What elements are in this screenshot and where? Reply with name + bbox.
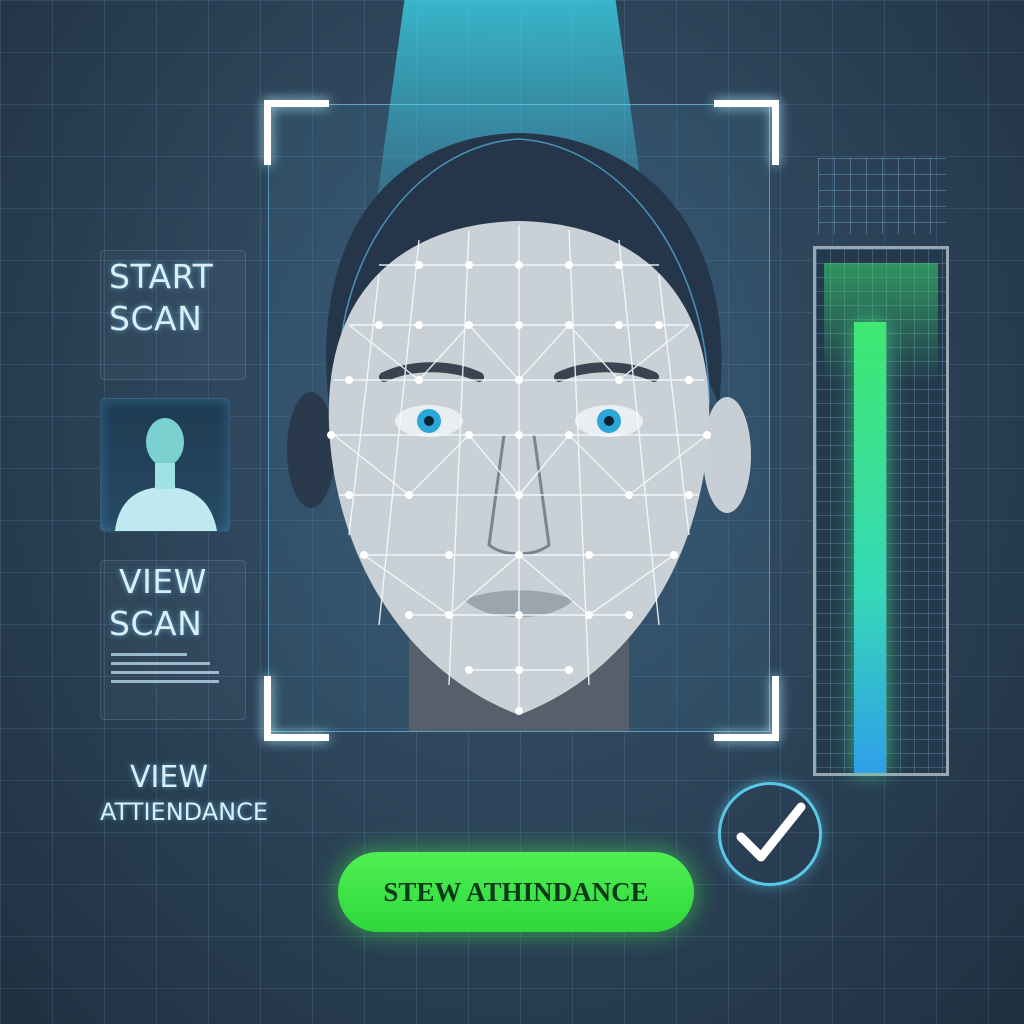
frame-corner-top-right <box>714 100 779 165</box>
view-attendance-line2: ATTIENDANCE <box>100 798 268 826</box>
view-scan-line1: VIEW <box>119 562 207 601</box>
face-mesh-icon <box>287 133 751 731</box>
check-icon <box>718 782 822 886</box>
mini-grid-panel <box>818 158 946 234</box>
scan-progress-fill <box>854 322 886 773</box>
frame-corner-bottom-left <box>264 676 329 741</box>
start-scan-line1: START <box>109 257 214 296</box>
scan-progress-bar <box>813 246 949 776</box>
scan-log-lines <box>111 653 219 689</box>
view-attendance-line1: VIEW <box>130 760 208 795</box>
start-scan-line2: SCAN <box>109 299 203 338</box>
attendance-button[interactable]: STEW ATHINDANCE <box>338 852 694 932</box>
view-attendance-link[interactable]: VIEW ATTIENDANCE <box>100 760 300 828</box>
frame-corner-bottom-right <box>714 676 779 741</box>
user-avatar-icon <box>115 418 217 531</box>
view-scan-line2: SCAN <box>109 604 203 643</box>
scan-frame <box>268 104 770 732</box>
view-scan-button[interactable]: VIEW SCAN <box>100 560 246 720</box>
frame-corner-top-left <box>264 100 329 165</box>
user-avatar-tile[interactable] <box>100 398 230 532</box>
start-scan-button[interactable]: START SCAN <box>100 250 246 380</box>
